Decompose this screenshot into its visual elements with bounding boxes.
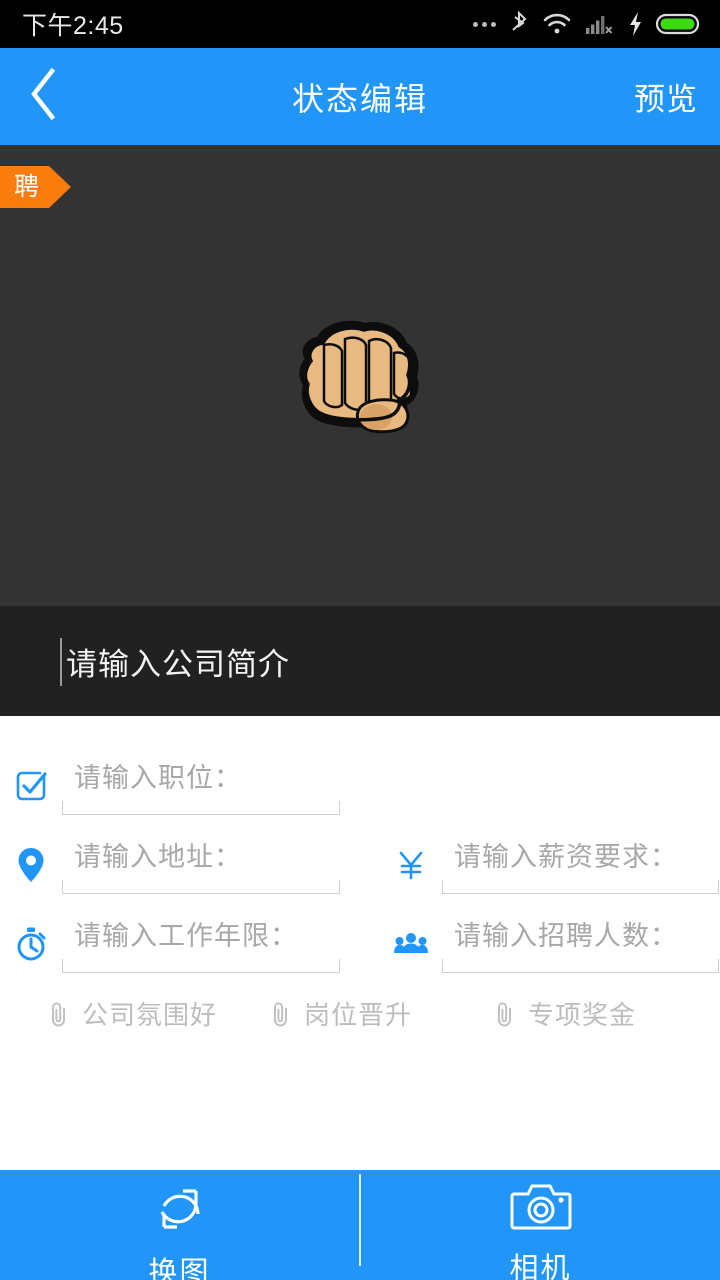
headcount-input-wrap[interactable]: 请输入招聘人数： [442, 914, 719, 973]
bluetooth-icon [509, 11, 529, 37]
headcount-underline [442, 959, 719, 973]
recruit-ribbon-label: 聘 [0, 166, 50, 208]
perk-tag-label: 岗位晋升 [304, 1000, 413, 1030]
position-placeholder: 请输入职位： [74, 763, 242, 793]
paperclip-icon [494, 1000, 516, 1028]
app-screen: 下午2:45 状态编辑 预览 聘 请输入公司简介 请输入职位： 请输入地址： 请… [0, 0, 720, 1280]
perk-tag-label: 专项奖金 [528, 1000, 637, 1030]
camera-label: 相机 [509, 1253, 572, 1280]
form-col-right-2: 请输入薪资要求： [380, 835, 720, 894]
salary-input-wrap[interactable]: 请输入薪资要求： [442, 835, 719, 894]
page-title: 状态编辑 [291, 80, 428, 117]
back-button[interactable] [0, 48, 86, 145]
check-circle-icon [0, 769, 62, 803]
recruit-ribbon: 聘 [0, 166, 72, 208]
cellular-signal-off-icon [585, 12, 615, 36]
chevron-left-icon [26, 67, 60, 126]
wifi-icon [542, 12, 572, 36]
location-pin-icon [0, 846, 62, 884]
status-time: 下午2:45 [22, 12, 124, 40]
salary-field[interactable]: 请输入薪资要求： [380, 835, 720, 894]
job-form: 请输入职位： 请输入地址： 请输入薪资要求： 请输入工作年限： 请输入招聘人数：… [0, 716, 720, 1168]
experience-placeholder: 请输入工作年限： [74, 921, 298, 951]
more-dots-icon [473, 21, 496, 27]
form-row-2: 请输入地址： 请输入薪资要求： [0, 835, 720, 894]
text-caret [60, 638, 62, 686]
experience-underline [62, 959, 340, 973]
app-header: 状态编辑 预览 [0, 48, 720, 145]
form-col-right-1 [380, 756, 720, 815]
paperclip-icon [48, 1000, 70, 1028]
salary-placeholder: 请输入薪资要求： [454, 842, 678, 872]
address-underline [62, 880, 340, 894]
status-icons [473, 11, 702, 37]
fist-emoji [275, 301, 445, 451]
headcount-placeholder: 请输入招聘人数： [454, 921, 678, 951]
photo-area[interactable]: 聘 [0, 145, 720, 606]
perk-tag[interactable]: 岗位晋升 [270, 995, 494, 1032]
company-intro-field[interactable]: 请输入公司简介 [0, 606, 720, 716]
address-field[interactable]: 请输入地址： [0, 835, 380, 894]
experience-field[interactable]: 请输入工作年限： [0, 914, 380, 973]
form-col-left-2: 请输入地址： [0, 835, 380, 894]
form-row-1: 请输入职位： [0, 756, 720, 815]
position-field[interactable]: 请输入职位： [0, 756, 380, 815]
paperclip-icon [270, 1000, 292, 1028]
camera-button[interactable]: 相机 [361, 1170, 720, 1280]
form-col-left-3: 请输入工作年限： [0, 914, 380, 973]
yen-icon [380, 848, 442, 882]
row-spacer-2 [0, 894, 720, 914]
refresh-swap-icon [149, 1178, 211, 1245]
row-spacer [0, 815, 720, 835]
battery-icon [656, 12, 702, 36]
perk-tag-list: 公司氛围好 岗位晋升 专项奖金 [0, 973, 720, 1032]
people-group-icon [380, 931, 442, 957]
address-input-wrap[interactable]: 请输入地址： [62, 835, 340, 894]
form-col-right-3: 请输入招聘人数： [380, 914, 720, 973]
preview-button[interactable]: 预览 [634, 48, 698, 145]
perk-tag[interactable]: 公司氛围好 [48, 995, 270, 1032]
experience-input-wrap[interactable]: 请输入工作年限： [62, 914, 340, 973]
form-row-3: 请输入工作年限： 请输入招聘人数： [0, 914, 720, 973]
position-underline [62, 801, 340, 815]
position-input-wrap[interactable]: 请输入职位： [62, 756, 340, 815]
status-bar: 下午2:45 [0, 0, 720, 48]
change-image-label: 换图 [148, 1257, 211, 1280]
charging-bolt-icon [628, 11, 643, 37]
perk-tag[interactable]: 专项奖金 [494, 995, 636, 1032]
change-image-button[interactable]: 换图 [0, 1170, 359, 1280]
company-intro-placeholder: 请输入公司简介 [66, 646, 290, 682]
recruit-ribbon-tip [49, 166, 72, 208]
form-col-left-1: 请输入职位： [0, 756, 380, 815]
address-placeholder: 请输入地址： [74, 842, 242, 872]
stopwatch-icon [0, 926, 62, 962]
bottom-action-bar: 换图 相机 [0, 1170, 720, 1280]
camera-icon [510, 1178, 572, 1241]
salary-underline [442, 880, 719, 894]
headcount-field[interactable]: 请输入招聘人数： [380, 914, 720, 973]
perk-tag-label: 公司氛围好 [82, 1000, 218, 1030]
